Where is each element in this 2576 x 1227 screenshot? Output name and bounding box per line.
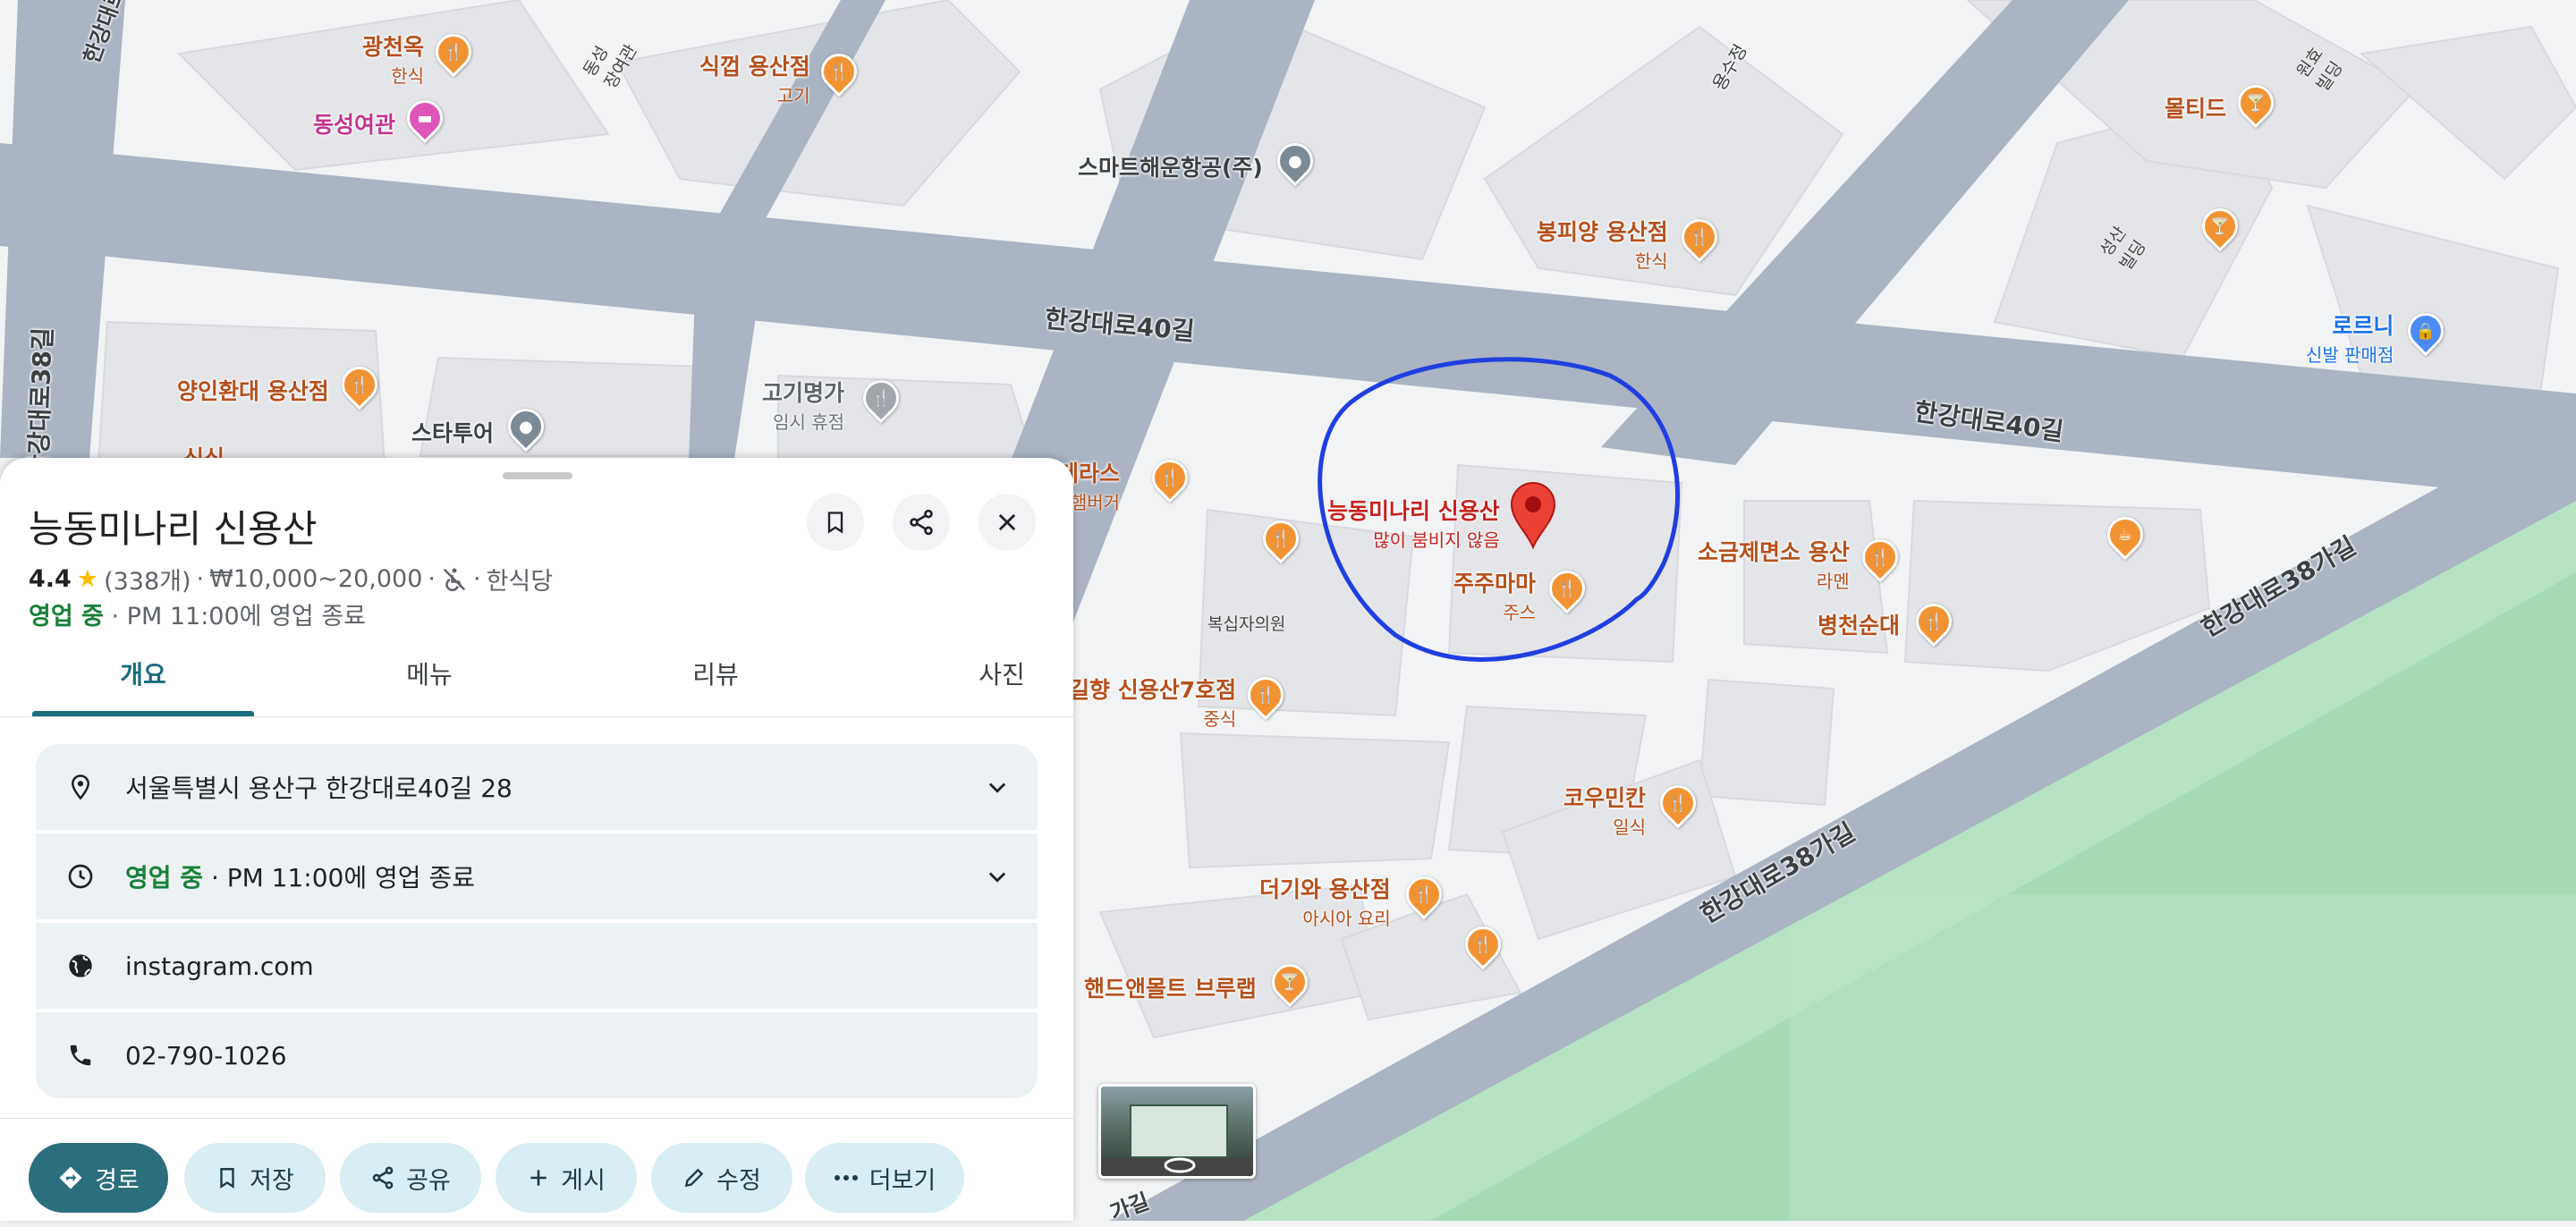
poi-bongpiyang[interactable]: 봉피양 용산점 한식 [1537, 215, 1668, 273]
edit-button[interactable]: 수정 [651, 1143, 792, 1213]
edit-label: 수정 [716, 1166, 761, 1195]
building-label-boksipja: 복십자의원 [1208, 614, 1286, 634]
directions-button[interactable]: 경로 [29, 1143, 168, 1213]
more-label: 더보기 [869, 1166, 936, 1195]
website-row[interactable]: instagram.com [36, 923, 1038, 1009]
more-button[interactable]: 더보기 [805, 1143, 964, 1213]
street-label-hangang38gil: 한강대로38길 [22, 326, 58, 478]
no-wheelchair-icon [443, 568, 466, 591]
globe-icon [69, 954, 92, 977]
location-pin-icon[interactable] [1510, 481, 1556, 550]
share-icon [372, 1166, 394, 1189]
place-title: 능동미나리 신용산 [29, 507, 318, 551]
directions-label: 경로 [95, 1166, 140, 1195]
poi-startour[interactable]: 스타투어 [411, 416, 494, 448]
post-button[interactable]: 게시 [496, 1143, 637, 1213]
share-action-button[interactable]: 공유 [340, 1143, 481, 1213]
place-meta-line: 4.4 ★ (338개) · ₩10,000~20,000 · · 한식당 [29, 562, 553, 597]
location-icon [71, 774, 90, 800]
phone-text: 02-790-1026 [125, 1040, 287, 1070]
rating-value: 4.4 [29, 565, 72, 593]
street-view-thumbnail[interactable] [1098, 1084, 1256, 1179]
poi-yangin[interactable]: 양인환대 용산점 [177, 374, 329, 406]
poi-sikgyeop[interactable]: 식껍 용산점 고기 [699, 49, 810, 107]
more-dots-icon [834, 1175, 858, 1180]
hours-summary: 영업 중 · PM 11:00에 영업 종료 [29, 597, 366, 631]
poi-sogeum[interactable]: 소금제면소 용산 라멘 [1698, 535, 1850, 593]
address-text: 서울특별시 용산구 한강대로40길 28 [125, 774, 513, 803]
poi-dongseong[interactable]: 동성여관 [313, 107, 395, 140]
poi-handandmalt[interactable]: 핸드앤몰트 브루랩 [1084, 971, 1257, 1003]
clock-icon [68, 864, 93, 889]
poi-jujumama[interactable]: 주주마마 주스 [1453, 566, 1536, 624]
hours-closing: · PM 11:00에 영업 종료 [210, 863, 475, 893]
poi-molteed[interactable]: 몰티드 [2165, 91, 2226, 123]
poi-gogi[interactable]: 고기명가 임시 휴점 [762, 376, 844, 434]
close-button[interactable] [979, 494, 1036, 551]
share-icon [910, 509, 933, 536]
action-bar-divider [0, 1118, 1073, 1119]
phone-row[interactable]: 02-790-1026 [36, 1012, 1038, 1098]
pencil-icon [684, 1168, 704, 1188]
post-label: 게시 [561, 1166, 606, 1195]
close-icon [998, 513, 1016, 531]
hours-text: 영업 중 · PM 11:00에 영업 종료 [125, 859, 957, 894]
open-status: 영업 중 [29, 603, 104, 630]
tab-overview[interactable]: 개요 [32, 650, 254, 713]
separator-dot: · [428, 565, 436, 593]
website-text: instagram.com [125, 951, 314, 981]
poi-rorny[interactable]: 로르니 신발 판매점 [2306, 309, 2394, 367]
poi-gilhyang[interactable]: 길향 신용산7호점 중식 [1069, 673, 1236, 731]
chevron-down-icon[interactable] [985, 864, 1010, 889]
address-row[interactable]: 서울특별시 용산구 한강대로40길 28 [36, 744, 1038, 830]
drag-handle[interactable] [503, 472, 572, 479]
separator-dot: · [472, 565, 481, 593]
poi-target-neungdong[interactable]: 능동미나리 신용산 많이 붐비지 않음 [1327, 494, 1500, 552]
save-button[interactable]: 저장 [184, 1143, 326, 1213]
bookmark-button[interactable] [807, 494, 864, 551]
tab-bar: 개요 메뉴 리뷰 사진 [0, 650, 1073, 713]
chevron-down-icon[interactable] [985, 774, 1010, 800]
star-icon: ★ [76, 565, 99, 593]
bookmark-icon [827, 512, 843, 534]
save-label: 저장 [250, 1166, 294, 1195]
rotate-360-icon [1164, 1157, 1196, 1173]
closing-time: · PM 11:00에 영업 종료 [111, 603, 367, 630]
poi-deogi[interactable]: 더기와 용산점 아시아 요리 [1259, 872, 1391, 930]
bookmark-icon [220, 1168, 234, 1189]
share-label: 공유 [406, 1166, 451, 1195]
place-details-panel: 능동미나리 신용산 4.4 ★ (338개) · ₩10,000~20,000 … [0, 458, 1073, 1221]
hours-open-status: 영업 중 [125, 863, 204, 893]
directions-icon [59, 1166, 82, 1189]
tab-reviews[interactable]: 리뷰 [605, 650, 826, 713]
tab-divider [0, 716, 1073, 717]
street-view-storefront [1130, 1104, 1228, 1158]
poi-gwangcheonok[interactable]: 광천옥 한식 [362, 30, 424, 88]
poi-byeongcheon[interactable]: 병천순대 [1818, 608, 1900, 640]
review-count[interactable]: (338개) [104, 562, 191, 597]
separator-dot: · [196, 565, 205, 593]
phone-icon [70, 1045, 91, 1066]
tab-menu[interactable]: 메뉴 [318, 650, 540, 713]
tab-photos[interactable]: 사진 [930, 650, 1073, 713]
poi-koumin[interactable]: 코우민칸 일식 [1563, 781, 1646, 839]
poi-smart-shipping[interactable]: 스마트해운항공(주) [1078, 150, 1263, 182]
plus-icon [530, 1170, 547, 1186]
share-button[interactable] [893, 494, 950, 551]
price-range: ₩10,000~20,000 [209, 565, 423, 593]
place-category: 한식당 [486, 568, 554, 596]
hours-row[interactable]: 영업 중 · PM 11:00에 영업 종료 [36, 834, 1038, 919]
